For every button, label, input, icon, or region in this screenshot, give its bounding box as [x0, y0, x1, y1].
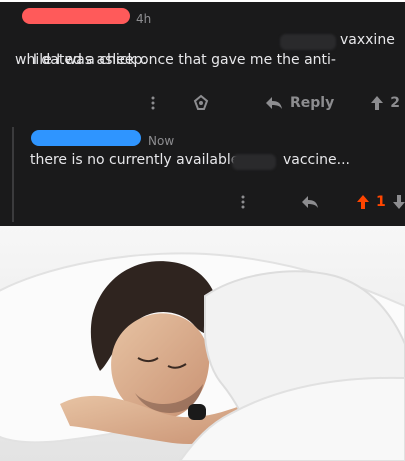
username-redaction: [22, 8, 130, 24]
comment-text-end: vaxxine: [340, 32, 395, 48]
reply-actions: 1: [240, 194, 405, 210]
reply-button[interactable]: Reply: [264, 95, 334, 111]
reply-text-start: there is no currently available: [30, 152, 240, 168]
reply-time: Now: [148, 134, 175, 148]
reply-vote-score: 1: [376, 194, 386, 210]
vote-score: 2: [390, 95, 400, 111]
watch: [188, 404, 206, 420]
downvote-icon[interactable]: [392, 194, 405, 210]
comment-actions: Reply 2: [150, 94, 405, 112]
reply-text-end: vaccine...: [283, 152, 350, 168]
reply-username-redaction: [31, 130, 141, 146]
reply-icon: [266, 97, 282, 109]
upvote-icon-active[interactable]: [356, 194, 370, 210]
comment-thread-panel: 4h I dated a chick once that gave me the…: [0, 0, 405, 226]
reply-text-blur-redaction: [232, 154, 276, 170]
comment-text-line-2: while I was asleep.: [15, 52, 147, 68]
comment-time: 4h: [136, 12, 152, 26]
reply-icon[interactable]: [300, 194, 320, 210]
upvote-icon[interactable]: [370, 95, 384, 111]
text-blur-redaction: [280, 34, 336, 50]
thread-line: [12, 127, 14, 222]
more-options-icon[interactable]: [240, 194, 246, 210]
award-icon[interactable]: [192, 94, 210, 112]
top-border: [0, 0, 405, 2]
sleeping-man-photo: [0, 226, 405, 461]
more-options-icon[interactable]: [150, 95, 156, 111]
reply-label: Reply: [290, 95, 335, 111]
